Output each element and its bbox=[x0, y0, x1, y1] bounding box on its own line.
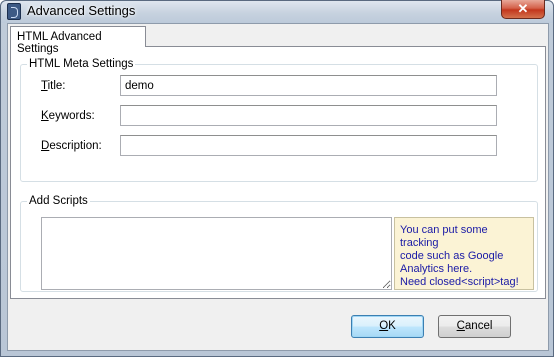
advanced-settings-window: Advanced Settings ✕ HTML Advanced Settin… bbox=[0, 0, 554, 357]
title-label: Title: bbox=[41, 80, 66, 92]
scripts-textarea[interactable] bbox=[41, 217, 392, 290]
tip-line: Need closed<script>tag! bbox=[400, 276, 519, 288]
tip-line: Analytics here. bbox=[400, 263, 473, 275]
ok-accesskey: O bbox=[379, 320, 389, 332]
dialog-client-area: HTML Advanced Settings HTML Meta Setting… bbox=[7, 23, 549, 351]
description-label: Description: bbox=[41, 140, 102, 152]
title-label-text: itle: bbox=[47, 80, 66, 92]
close-icon: ✕ bbox=[517, 1, 529, 16]
keywords-label-accesskey: K bbox=[41, 110, 49, 122]
tip-line: You can put some tracking bbox=[400, 224, 488, 249]
ok-button[interactable]: OK bbox=[351, 315, 424, 338]
cancel-button[interactable]: Cancel bbox=[438, 315, 511, 338]
description-input[interactable] bbox=[120, 135, 497, 156]
tracking-tip: You can put some tracking code such as G… bbox=[394, 217, 534, 290]
window-title: Advanced Settings bbox=[27, 3, 136, 18]
tip-line: code such as Google bbox=[400, 250, 504, 262]
description-label-text: escription: bbox=[49, 140, 102, 152]
close-button[interactable]: ✕ bbox=[501, 0, 545, 19]
keywords-label-text: eywords: bbox=[48, 110, 95, 122]
title-input[interactable] bbox=[120, 75, 497, 96]
keywords-input[interactable] bbox=[120, 105, 497, 126]
html-meta-settings-group: HTML Meta Settings Title: Keywords: Desc… bbox=[20, 57, 538, 182]
cancel-accesskey: C bbox=[456, 320, 465, 332]
app-icon bbox=[7, 3, 21, 20]
tab-html-advanced-settings[interactable]: HTML Advanced Settings bbox=[10, 26, 146, 55]
title-label-accesskey: T bbox=[41, 80, 48, 92]
ok-label: K bbox=[388, 320, 396, 332]
keywords-label: Keywords: bbox=[41, 110, 95, 122]
cancel-label: ancel bbox=[464, 320, 493, 332]
title-bar[interactable]: Advanced Settings ✕ bbox=[1, 0, 553, 23]
group-label-scripts: Add Scripts bbox=[27, 194, 90, 208]
group-label-meta: HTML Meta Settings bbox=[27, 57, 136, 71]
